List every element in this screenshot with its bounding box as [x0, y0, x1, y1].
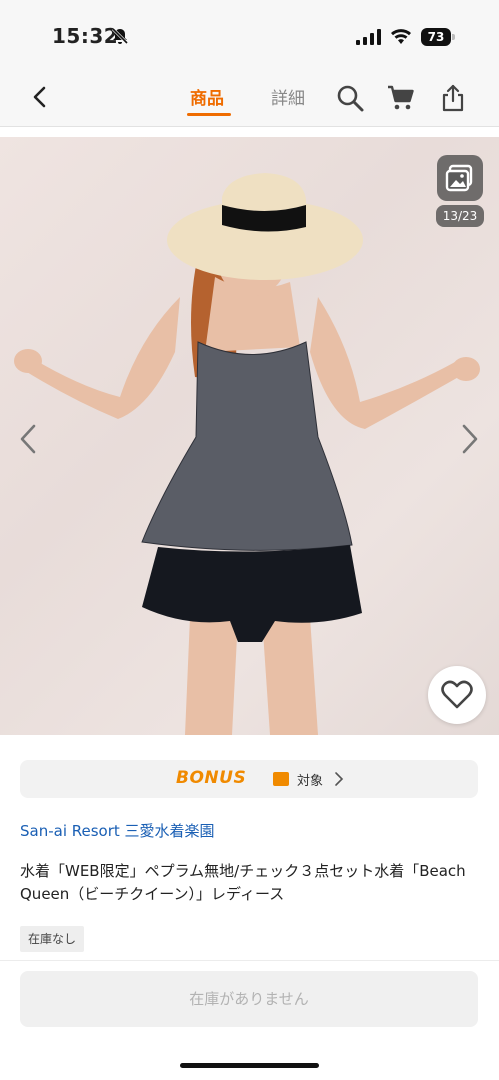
stock-badge: 在庫なし [20, 926, 85, 952]
out-of-stock-button[interactable]: 在庫がありません [20, 971, 478, 1027]
bonus-banner[interactable]: BONUS 対象 [20, 760, 478, 798]
chevron-left-icon[interactable] [16, 422, 40, 456]
shop-link[interactable]: San-ai Resort 三愛水着楽園 [20, 820, 215, 841]
battery-level: 73 [427, 30, 445, 44]
home-indicator [180, 1063, 319, 1068]
top-nav: 商品 詳細 [0, 70, 499, 127]
bonus-target-label: 対象 [297, 774, 324, 789]
silent-bell-icon [111, 27, 129, 45]
active-tab-indicator [187, 113, 231, 116]
bonus-label: BONUS [176, 768, 247, 788]
tab-product[interactable]: 商品 [190, 84, 224, 109]
product-photo-illustration [14, 173, 480, 735]
cart-icon[interactable] [386, 83, 416, 113]
signal-icon [356, 29, 381, 45]
tab-details[interactable]: 詳細 [271, 84, 305, 109]
chevron-right-small-icon [335, 772, 344, 786]
divider [0, 960, 499, 961]
share-icon[interactable] [438, 83, 468, 113]
heart-icon [441, 680, 473, 709]
search-icon[interactable] [335, 83, 365, 113]
favorite-button[interactable] [428, 666, 486, 724]
status-bar: 15:32 73 [0, 0, 499, 70]
wifi-icon [391, 29, 411, 44]
gallery-icon [445, 164, 473, 192]
battery-indicator: 73 [421, 28, 457, 46]
chevron-right-icon[interactable] [458, 422, 482, 456]
status-time: 15:32 [52, 24, 119, 48]
gallery-button[interactable] [437, 155, 483, 201]
back-chevron-icon[interactable] [26, 82, 56, 112]
product-title: 水着「WEB限定」ペプラム無地/チェック３点セット水着「Beach Queen（… [20, 862, 466, 903]
image-counter: 13/23 [436, 205, 484, 227]
bonus-mark-icon [273, 772, 289, 786]
product-image[interactable] [0, 137, 499, 735]
